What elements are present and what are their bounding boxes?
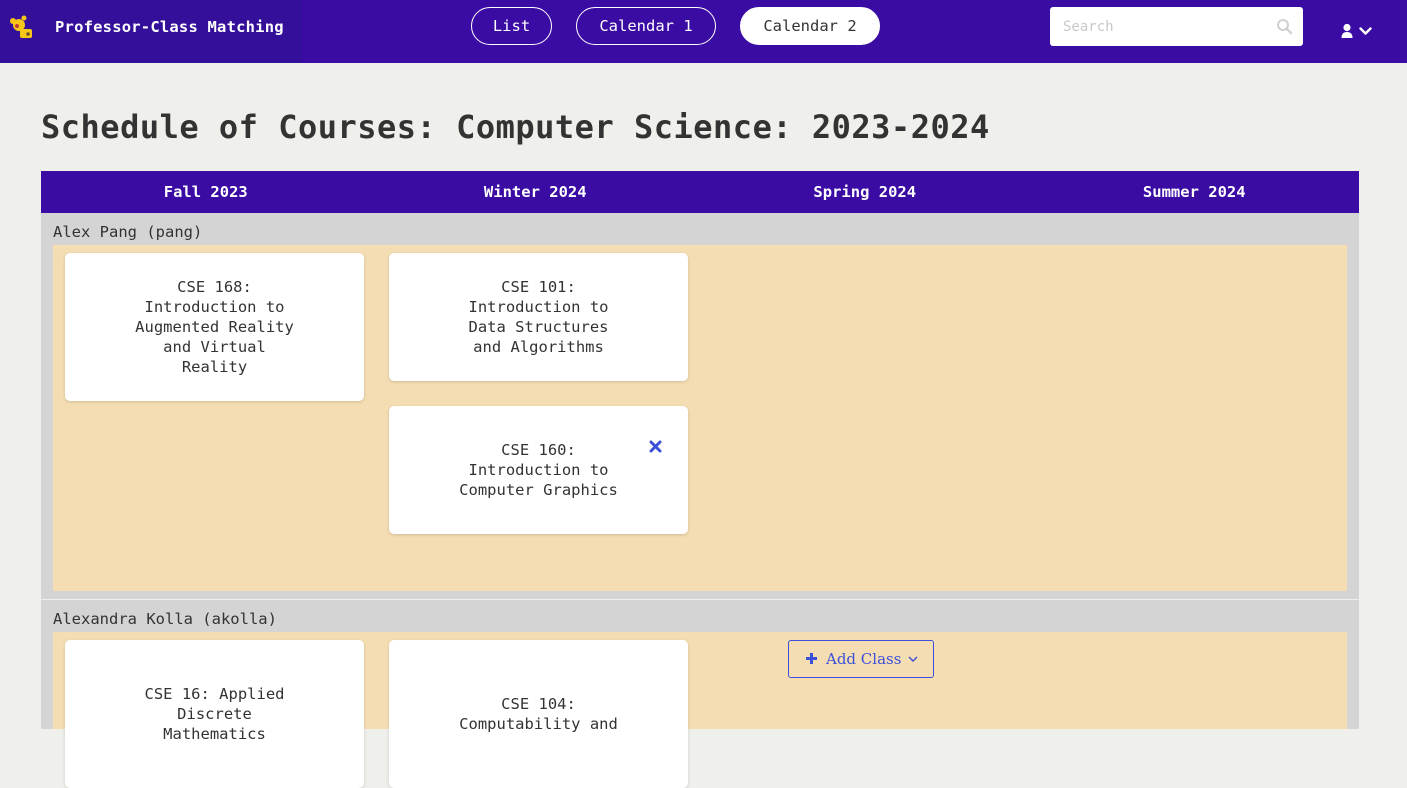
professor-schedule-area: CSE 168: Introduction to Augmented Reali… [53,245,1347,591]
plus-icon [806,653,817,664]
term-fall: Fall 2023 [163,183,248,201]
course-title: CSE 168: Introduction to Augmented Reali… [135,278,294,376]
app-logo-icon [10,15,32,38]
course-card[interactable]: CSE 101: Introduction to Data Structures… [389,253,688,381]
professor-row: Alex Pang (pang) CSE 168: Introduction t… [41,213,1359,599]
user-menu[interactable] [1338,20,1383,44]
page-title: Schedule of Courses: Computer Science: 2… [41,108,990,146]
chevron-down-icon [908,656,918,662]
professor-name: Alexandra Kolla (akolla) [53,610,277,628]
add-class-label: Add Class [826,650,902,668]
course-card[interactable]: CSE 104: Computability and [389,640,688,788]
add-class-button[interactable]: Add Class [788,640,934,678]
term-winter: Winter 2024 [483,183,587,201]
nav-calendar1-button[interactable]: Calendar 1 [576,7,716,45]
professor-schedule-area: CSE 16: Applied Discrete Mathematics CSE… [53,632,1347,788]
term-header: Fall 2023 Winter 2024 Spring 2024 Summer… [41,171,1359,213]
course-card[interactable]: CSE 168: Introduction to Augmented Reali… [65,253,364,401]
nav-calendar2-button[interactable]: Calendar 2 [740,7,880,45]
course-card[interactable]: CSE 160: Introduction to Computer Graphi… [389,406,688,534]
brand[interactable]: Professor-Class Matching [0,0,302,63]
search-input[interactable] [1061,16,1265,38]
professor-row: Alexandra Kolla (akolla) CSE 16: Applied… [41,600,1359,788]
term-summer: Summer 2024 [1142,183,1246,201]
course-title: CSE 104: Computability and [459,695,618,733]
course-title: CSE 160: Introduction to Computer Graphi… [459,441,618,499]
chevron-down-icon [1359,27,1372,35]
course-title: CSE 101: Introduction to Data Structures… [468,278,609,356]
term-spring: Spring 2024 [813,183,917,201]
app-title: Professor-Class Matching [55,18,284,36]
professor-name: Alex Pang (pang) [53,223,203,241]
course-title: CSE 16: Applied Discrete Mathematics [144,685,285,743]
user-icon [1341,23,1353,38]
search-icon[interactable] [1276,18,1293,35]
remove-icon[interactable] [649,440,662,453]
search-box [1050,7,1303,46]
course-card[interactable]: CSE 16: Applied Discrete Mathematics [65,640,364,788]
nav-list-button[interactable]: List [471,7,552,45]
navbar: Professor-Class Matching List Calendar 1… [0,0,1407,63]
